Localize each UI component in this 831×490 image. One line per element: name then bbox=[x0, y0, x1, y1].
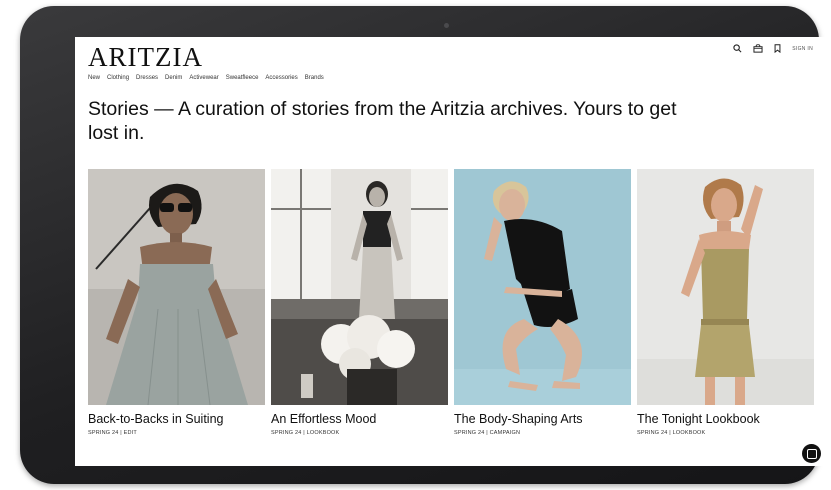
nav-item-dresses[interactable]: Dresses bbox=[136, 75, 158, 81]
story-meta: SPRING 24 | CAMPAIGN bbox=[454, 430, 521, 436]
nav-item-sweatfleece[interactable]: Sweatfleece bbox=[226, 75, 259, 81]
nav-item-new[interactable]: New bbox=[88, 75, 100, 81]
story-image-suiting[interactable] bbox=[88, 169, 265, 405]
chat-icon[interactable] bbox=[802, 444, 821, 463]
bookmark-icon[interactable] bbox=[774, 44, 781, 53]
page-headline: Stories — A curation of stories from the… bbox=[88, 98, 677, 144]
story-meta: SPRING 24 | LOOKBOOK bbox=[637, 430, 706, 436]
story-card-body-shaping[interactable]: The Body-Shaping Arts SPRING 24 | CAMPAI… bbox=[454, 169, 631, 436]
nav-item-brands[interactable]: Brands bbox=[305, 75, 324, 81]
nav-item-accessories[interactable]: Accessories bbox=[265, 75, 297, 81]
aritzia-logo[interactable]: ARITZIA bbox=[88, 42, 203, 72]
story-image-effortless[interactable] bbox=[271, 169, 448, 405]
tablet-frame: ARITZIA New Clothing Dresses Denim Activ… bbox=[20, 6, 829, 484]
story-card-tonight[interactable]: The Tonight Lookbook SPRING 24 | LOOKBOO… bbox=[637, 169, 814, 436]
shopping-bag-icon[interactable] bbox=[753, 44, 763, 53]
nav-item-denim[interactable]: Denim bbox=[165, 75, 182, 81]
story-title[interactable]: The Tonight Lookbook bbox=[637, 412, 814, 426]
story-card-effortless[interactable]: An Effortless Mood SPRING 24 | LOOKBOOK bbox=[271, 169, 448, 436]
nav-item-clothing[interactable]: Clothing bbox=[107, 75, 129, 81]
story-meta: SPRING 24 | LOOKBOOK bbox=[271, 430, 340, 436]
story-title[interactable]: The Body-Shaping Arts bbox=[454, 412, 631, 426]
story-image-body-shaping[interactable] bbox=[454, 169, 631, 405]
browser-screen: ARITZIA New Clothing Dresses Denim Activ… bbox=[75, 37, 829, 466]
story-title[interactable]: Back-to-Backs in Suiting bbox=[88, 412, 265, 426]
main-nav: New Clothing Dresses Denim Activewear Sw… bbox=[88, 75, 324, 81]
story-image-tonight[interactable] bbox=[637, 169, 814, 405]
header-tools: SIGN IN bbox=[733, 44, 813, 53]
story-meta: SPRING 24 | EDIT bbox=[88, 430, 137, 436]
sign-in-link[interactable]: SIGN IN bbox=[792, 46, 813, 52]
search-icon[interactable] bbox=[733, 44, 742, 53]
nav-item-activewear[interactable]: Activewear bbox=[189, 75, 218, 81]
camera-dot bbox=[444, 23, 449, 28]
story-title[interactable]: An Effortless Mood bbox=[271, 412, 448, 426]
chat-bubble-glyph bbox=[806, 448, 817, 459]
story-card-suiting[interactable]: Back-to-Backs in Suiting SPRING 24 | EDI… bbox=[88, 169, 265, 436]
